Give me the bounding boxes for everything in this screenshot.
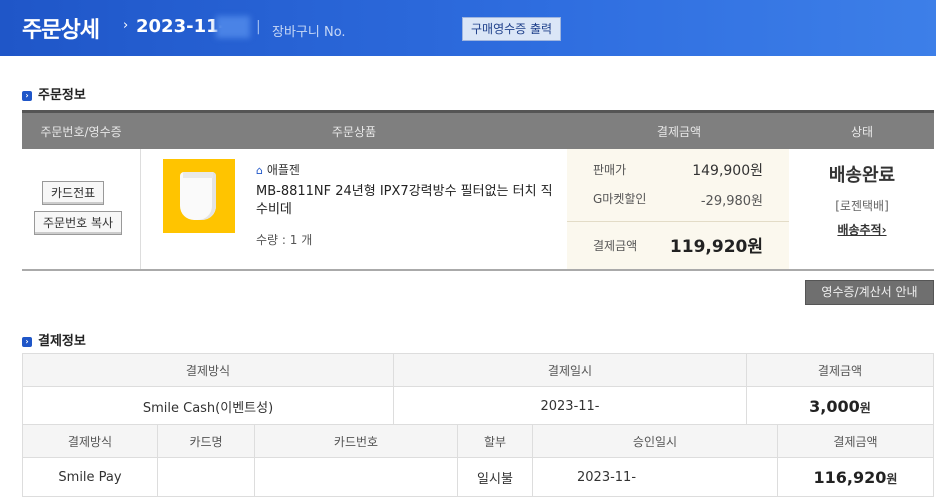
- seller-link[interactable]: ⌂ 애플젠: [256, 161, 300, 178]
- home-icon: ⌂: [256, 164, 263, 177]
- header-method: 결제방식: [22, 353, 394, 387]
- sale-price-value: 149,900원: [692, 163, 763, 179]
- order-row: 카드전표 주문번호 복사 ⌂ 애플젠 MB-8811NF 24년형 IPX7강력…: [22, 149, 934, 271]
- payment-summary-table: 결제방식 결제일시 결제금액 Smile Cash(이벤트성) 2023-11-…: [22, 353, 934, 426]
- installment: 일시불: [457, 457, 533, 497]
- payment-detail-table: 결제방식 카드명 카드번호 할부 승인일시 결제금액 Smile Pay 일시불…: [22, 424, 934, 497]
- payment-info-title: › 결제정보: [22, 330, 86, 349]
- receipt-guide-button[interactable]: 영수증/계산서 안내: [805, 280, 934, 305]
- page-header: 주문상세 › 2023-11- | 장바구니 No. 구매영수증 출력: [0, 0, 936, 56]
- section-bullet-icon: ›: [22, 91, 32, 101]
- order-table-header: 주문번호/영수증 주문상품 결제금액 상태: [22, 110, 934, 149]
- price-summary: 판매가 149,900원 G마켓할인 -29,980원 결제금액 119,920…: [567, 149, 789, 269]
- col-product: 주문상품: [331, 125, 377, 139]
- delivery-status: 배송완료 [로젠택배] 배송추적›: [790, 149, 934, 269]
- discount-label: G마켓할인: [593, 192, 647, 206]
- payment-datetime: 2023-11-: [393, 386, 747, 426]
- courier-name: [로젠택배]: [835, 199, 889, 213]
- currency-unit: 원: [886, 471, 898, 486]
- payment-amount-cell: 3,000원: [746, 386, 934, 426]
- currency-unit: 원: [859, 400, 871, 415]
- product-name[interactable]: MB-8811NF 24년형 IPX7강력방수 필터없는 터치 직수비데: [256, 183, 556, 219]
- payment-amount: 116,920: [813, 467, 887, 487]
- card-slip-button[interactable]: 카드전표: [42, 181, 105, 205]
- print-receipt-button[interactable]: 구매영수증 출력: [462, 17, 562, 41]
- discount-value: -29,980원: [700, 194, 763, 209]
- total-value: 119,920원: [669, 237, 763, 257]
- card-name: [157, 457, 255, 497]
- section-bullet-icon: ›: [22, 337, 32, 347]
- sale-price-label: 판매가: [593, 163, 627, 177]
- table-row: Smile Cash(이벤트성) 2023-11- 3,000원: [22, 386, 934, 426]
- approved-datetime: 2023-11-: [532, 457, 778, 497]
- header-datetime: 결제일시: [393, 353, 747, 387]
- order-info-title: › 주문정보: [22, 84, 86, 103]
- product-image[interactable]: [163, 159, 235, 233]
- card-number: [254, 457, 458, 497]
- status-badge: 배송완료: [828, 165, 896, 186]
- bidet-image: [180, 172, 216, 220]
- payment-method: Smile Pay: [22, 457, 158, 497]
- payment-info-title-text: 결제정보: [38, 334, 86, 349]
- col-status: 상태: [850, 125, 874, 139]
- product-quantity: 수량 : 1 개: [256, 233, 313, 247]
- header-installment: 할부: [457, 424, 533, 458]
- header-separator: |: [256, 19, 261, 35]
- payment-amount-cell: 116,920원: [777, 457, 934, 497]
- total-label: 결제금액: [593, 239, 638, 253]
- track-delivery-link[interactable]: 배송추적›: [790, 221, 934, 238]
- copy-order-number-button[interactable]: 주문번호 복사: [34, 211, 123, 235]
- cart-number-label: 장바구니 No.: [272, 25, 346, 40]
- column-divider: [140, 149, 141, 269]
- seller-name: 애플젠: [266, 163, 300, 177]
- page-title: 주문상세: [22, 18, 100, 43]
- table-row: Smile Pay 일시불 2023-11- 116,920원: [22, 457, 934, 497]
- redacted-date: [216, 16, 250, 38]
- breadcrumb-arrow-icon: ›: [123, 18, 129, 33]
- header-amount: 결제금액: [746, 353, 934, 387]
- order-date: 2023-11-: [136, 16, 227, 37]
- header-amount: 결제금액: [777, 424, 934, 458]
- payment-method: Smile Cash(이벤트성): [22, 386, 394, 426]
- col-payment: 결제금액: [656, 125, 702, 139]
- header-approved: 승인일시: [532, 424, 778, 458]
- header-card-name: 카드명: [157, 424, 255, 458]
- col-order-number: 주문번호/영수증: [40, 125, 122, 139]
- payment-amount: 3,000: [809, 396, 860, 416]
- price-divider: [567, 221, 789, 222]
- order-info-title-text: 주문정보: [38, 88, 86, 103]
- header-card-number: 카드번호: [254, 424, 458, 458]
- header-method: 결제방식: [22, 424, 158, 458]
